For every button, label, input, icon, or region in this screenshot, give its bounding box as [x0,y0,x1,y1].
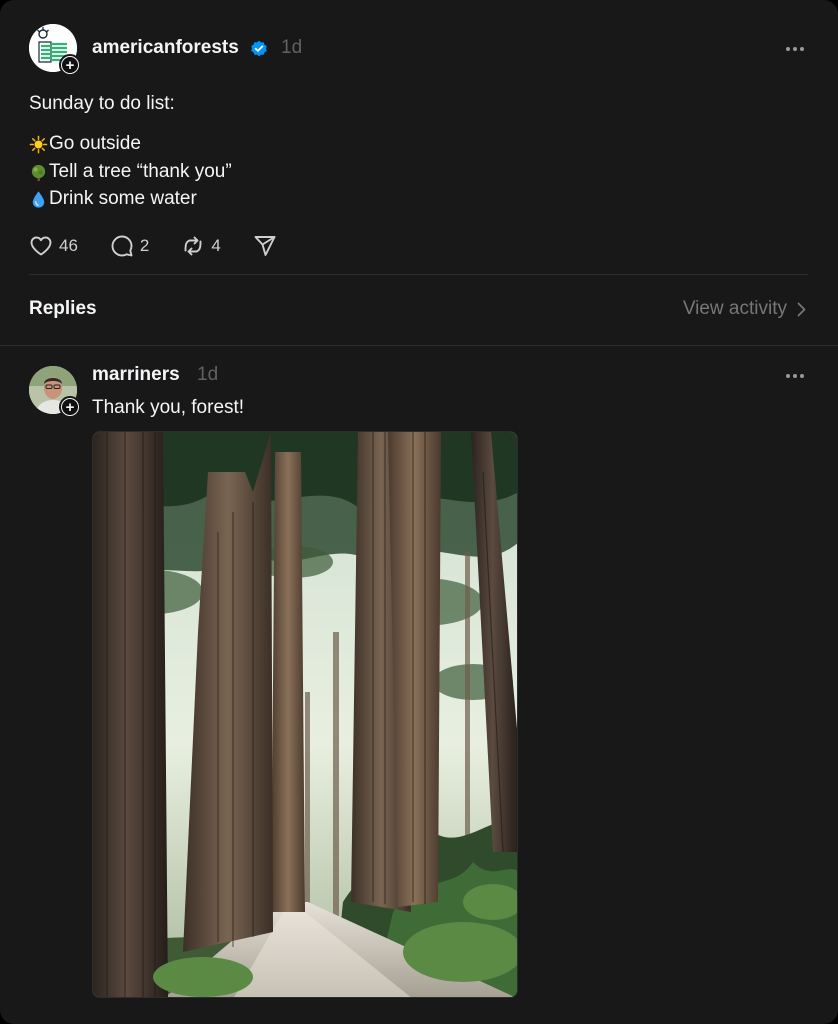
comment-icon [111,235,133,257]
reply-more-options-icon[interactable] [782,366,808,386]
post-list-item: Tell a tree “thank you” [29,161,232,183]
tree-emoji-icon [31,164,46,181]
post-username[interactable]: americanforests [92,37,239,59]
americanforests-avatar[interactable]: + [29,24,81,76]
send-icon [254,236,276,256]
post-list-item: Drink some water [29,188,197,210]
forest-photo [93,432,517,997]
plus-icon: + [61,56,79,74]
view-activity-label: View activity [682,298,787,319]
share-button[interactable] [253,234,277,258]
reply-count: 2 [139,236,150,255]
repost-count: 4 [211,236,221,255]
marriners-avatar[interactable]: + [29,366,81,418]
reply-timestamp: 1d [197,364,219,385]
post-timestamp: 1d [281,37,303,58]
reply-button[interactable]: 2 [110,234,149,258]
view-activity-link[interactable]: View activity [683,298,806,320]
reply-username[interactable]: marriners [92,364,180,386]
list-item-text: Tell a tree “thank you” [49,161,232,182]
chevron-right-icon [797,302,806,316]
repost-icon [184,236,202,256]
list-item-text: Go outside [49,133,141,154]
verified-badge-icon [251,40,267,57]
thread-view: + americanforests 1d Sunday to do list: … [0,0,838,1024]
like-count: 46 [59,236,78,255]
list-item-text: Drink some water [49,188,197,209]
heart-icon [30,236,52,256]
section-divider [0,345,838,346]
sun-emoji-icon [29,135,48,153]
replies-heading: Replies [29,298,97,319]
follow-badge[interactable]: + [59,54,81,76]
post-action-bar: 46 2 4 [29,232,277,260]
post-divider [29,274,808,275]
post-list-item: Go outside [29,133,141,155]
plus-icon: + [61,398,79,416]
repost-button[interactable]: 4 [181,234,221,258]
like-button[interactable]: 46 [29,234,78,258]
reply-text: Thank you, forest! [92,397,245,418]
follow-badge[interactable]: + [59,396,81,418]
droplet-emoji-icon [32,190,45,208]
post-more-options-icon[interactable] [782,39,808,59]
post-text: Sunday to do list: [29,93,175,114]
reply-photo-redwood-forest[interactable] [92,431,518,998]
